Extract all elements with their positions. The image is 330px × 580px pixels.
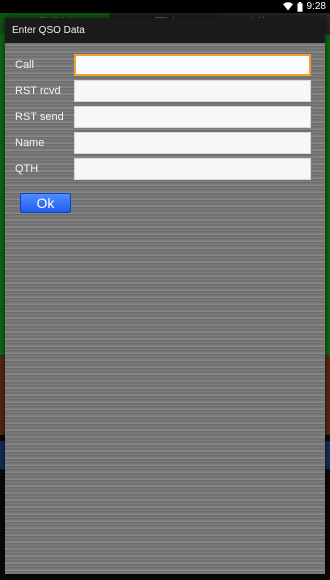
form-row-rst-send: RST send	[13, 106, 313, 128]
status-bar: 9:28	[0, 0, 330, 13]
dialog-title: Enter QSO Data	[5, 18, 325, 43]
name-input[interactable]	[74, 132, 311, 154]
call-input[interactable]	[74, 54, 311, 76]
wifi-icon	[282, 2, 293, 11]
rst-send-input[interactable]	[74, 106, 311, 128]
call-label: Call	[15, 59, 34, 71]
screen: 9:28 RCV TX History Enter QSO Data Call …	[0, 0, 330, 580]
form-row-call: Call	[13, 54, 313, 76]
qth-input[interactable]	[74, 158, 311, 180]
ok-button[interactable]: Ok	[20, 193, 71, 213]
name-label: Name	[15, 137, 45, 149]
rst-rcvd-input[interactable]	[74, 80, 311, 102]
rst-rcvd-label: RST rcvd	[15, 85, 61, 97]
qth-label: QTH	[15, 163, 39, 175]
form-row-qth: QTH	[13, 158, 313, 180]
form-row-name: Name	[13, 132, 313, 154]
qso-form: Call RST rcvd RST send Name QTH	[13, 54, 313, 184]
form-row-rst-rcvd: RST rcvd	[13, 80, 313, 102]
status-time: 9:28	[306, 1, 326, 12]
qso-dialog: Enter QSO Data Call RST rcvd RST send Na…	[5, 18, 325, 574]
rst-send-label: RST send	[15, 111, 64, 123]
status-icons: 9:28	[282, 1, 326, 12]
battery-icon	[297, 1, 303, 12]
